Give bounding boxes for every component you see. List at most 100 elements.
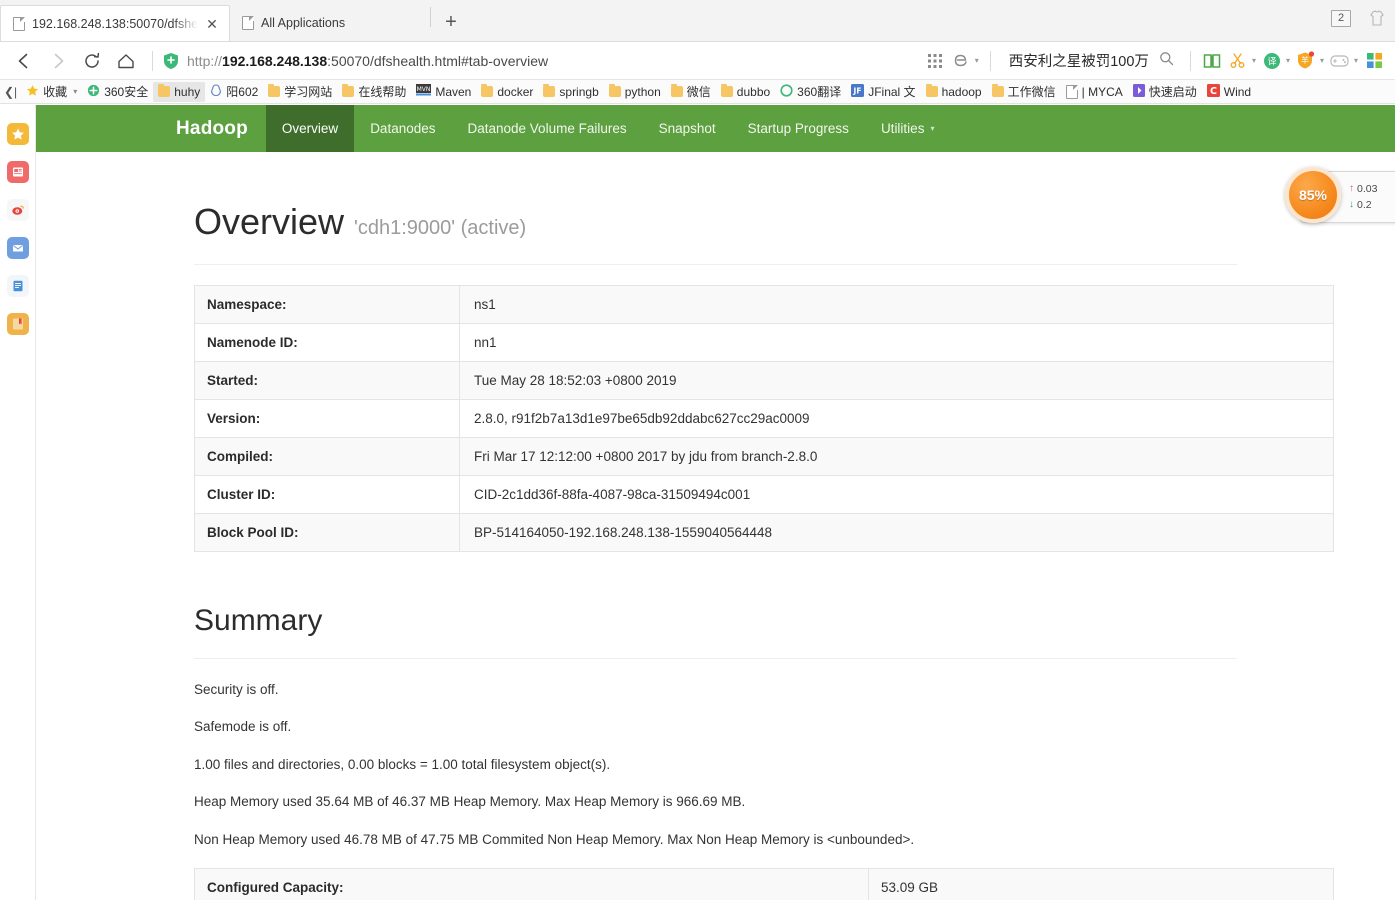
book-icon[interactable] — [1199, 47, 1225, 75]
bookmark-360-translate[interactable]: 360翻译 — [775, 82, 846, 102]
bookmark-label: | MYCA — [1081, 84, 1123, 99]
bookmark-dubbo[interactable]: dubbo — [716, 82, 775, 102]
bookmark-docker[interactable]: docker — [476, 82, 538, 102]
row-value: 53.09 GB — [868, 868, 1334, 900]
maven-icon: MVN — [416, 84, 432, 99]
bookmark-huhy[interactable]: huhy — [153, 81, 206, 102]
bookmark-label: hadoop — [941, 84, 982, 99]
download-rate-row: ↓ 0.2 — [1349, 197, 1377, 213]
back-button[interactable] — [8, 46, 40, 76]
nav-tab-datanode-volume-failures[interactable]: Datanode Volume Failures — [452, 105, 643, 152]
search-icon[interactable] — [1159, 51, 1174, 71]
toolbar-right: ▾ 西安利之星被罚100万 ▾ 译 ▾ 羊 ▾ ▾ — [922, 47, 1387, 75]
bookmark-myca[interactable]: | MYCA — [1061, 82, 1128, 102]
bookmark-label: 阳602 — [226, 85, 259, 99]
summary-line: Heap Memory used 35.64 MB of 46.37 MB He… — [194, 794, 746, 810]
row-key: Namespace: — [194, 284, 460, 324]
favorites-star-icon[interactable] — [6, 123, 29, 145]
search-box[interactable]: 西安利之星被罚100万 — [999, 48, 1182, 74]
nav-tab-startup-progress[interactable]: Startup Progress — [732, 105, 865, 152]
bookmark-maven[interactable]: MVN Maven — [411, 82, 476, 102]
nav-tab-datanodes[interactable]: Datanodes — [354, 105, 451, 152]
forward-button[interactable] — [42, 46, 74, 76]
bookmark-book-icon[interactable] — [6, 313, 29, 335]
chevron-down-icon[interactable]: ▾ — [1354, 56, 1358, 65]
toolbar-divider-2 — [989, 50, 991, 71]
chevron-down-icon[interactable]: ▾ — [1286, 56, 1290, 65]
bookmark-label: Wind — [1223, 84, 1252, 99]
hadoop-brand[interactable]: Hadoop — [170, 105, 266, 152]
row-value: 2.8.0, r91f2b7a13d1e97be65db92ddabc627cc… — [459, 398, 1334, 438]
bookmark-yang602[interactable]: 阳602 — [205, 82, 263, 102]
close-icon[interactable]: ✕ — [205, 17, 219, 31]
nav-tab-overview[interactable]: Overview — [265, 105, 355, 152]
bookmarks-bar: ❮| 收藏 ▾ 360安全 huhy 阳602 学习网站 在线帮助 MVN Ma… — [0, 80, 1395, 104]
bookmark-label: 360安全 — [104, 85, 149, 99]
bookmark-label: 工作微信 — [1007, 85, 1056, 99]
chevron-down-icon[interactable]: ▾ — [1252, 56, 1256, 65]
page-icon — [13, 16, 25, 31]
chevron-down-icon[interactable]: ▾ — [73, 87, 77, 96]
row-value: BP-514164050-192.168.248.138-15590405644… — [459, 512, 1334, 552]
color-grid-icon[interactable] — [1361, 47, 1387, 75]
new-tab-button[interactable]: + — [431, 5, 471, 41]
bookmark-wind[interactable]: C Wind — [1202, 82, 1256, 102]
bookmark-work-wechat[interactable]: 工作微信 — [987, 82, 1061, 102]
bookmark-favorites[interactable]: 收藏 ▾ — [21, 82, 82, 102]
chevron-down-icon[interactable]: ▾ — [975, 56, 979, 65]
tab-count-badge[interactable]: 2 — [1331, 9, 1351, 27]
nav-tab-snapshot[interactable]: Snapshot — [643, 105, 732, 152]
browser-toolbar: http://192.168.248.138:50070/dfshealth.h… — [0, 42, 1395, 80]
bookmark-python[interactable]: python — [604, 82, 666, 102]
browser-e-icon[interactable] — [948, 47, 974, 75]
bookmark-quick-launch[interactable]: 快速启动 — [1128, 82, 1202, 102]
reload-button[interactable] — [76, 46, 108, 76]
mail-icon[interactable] — [6, 237, 29, 259]
page-title-sub: 'cdh1:9000' (active) — [354, 217, 527, 239]
skin-icon[interactable] — [1367, 8, 1387, 28]
upload-rate-value: 0.03 — [1357, 182, 1378, 195]
chevron-down-icon[interactable]: ▾ — [1320, 56, 1324, 65]
title-divider — [194, 263, 1237, 265]
summary-line: Security is off. — [194, 681, 279, 697]
bookmark-online-help[interactable]: 在线帮助 — [337, 82, 411, 102]
bookmark-wechat[interactable]: 微信 — [666, 82, 716, 102]
network-speed-widget[interactable]: 85% ↑ 0.03 ↓ 0.2 — [1285, 167, 1395, 223]
address-bar[interactable]: http://192.168.248.138:50070/dfshealth.h… — [163, 46, 920, 76]
download-rate-value: 0.2 — [1357, 199, 1372, 211]
bookmark-jfinal[interactable]: JF JFinal 文 — [846, 82, 920, 102]
nav-label: Overview — [281, 121, 339, 136]
shield-icon[interactable]: 羊 — [1293, 47, 1319, 75]
browser-tab-1[interactable]: All Applications — [230, 5, 430, 41]
browser-tab-0[interactable]: 192.168.248.138:50070/dfshea ✕ — [0, 5, 230, 41]
search-input[interactable]: 西安利之星被罚100万 — [1009, 50, 1149, 71]
upload-rate-row: ↑ 0.03 — [1349, 181, 1377, 197]
translate-icon[interactable]: 译 — [1259, 47, 1285, 75]
row-value: Tue May 28 18:52:03 +0800 2019 — [459, 360, 1334, 400]
bookmark-springboot[interactable]: springb — [538, 82, 603, 102]
row-value: Fri Mar 17 12:12:00 +0800 2017 by jdu fr… — [459, 436, 1334, 476]
url-scheme: http:// — [187, 52, 223, 69]
weibo-icon[interactable] — [6, 199, 29, 221]
nav-tab-utilities[interactable]: Utilities ▾ — [865, 105, 951, 152]
bookmark-360-security[interactable]: 360安全 — [82, 82, 153, 102]
hadoop-navbar: Hadoop Overview Datanodes Datanode Volum… — [36, 105, 1395, 152]
row-key: Started: — [194, 360, 460, 400]
bookmark-hadoop[interactable]: hadoop — [921, 82, 987, 102]
bookmark-label: dubbo — [736, 84, 771, 99]
bookmark-study-sites[interactable]: 学习网站 — [263, 82, 337, 102]
nav-label: Snapshot — [658, 121, 716, 136]
home-button[interactable] — [110, 46, 142, 76]
cpu-usage-gauge[interactable]: 85% — [1285, 167, 1341, 223]
news-icon[interactable] — [6, 161, 29, 183]
bookmarks-overflow-left[interactable]: ❮| — [2, 85, 21, 99]
game-controller-icon[interactable] — [1327, 47, 1353, 75]
document-icon[interactable] — [6, 275, 29, 297]
bookmark-label: 学习网站 — [284, 85, 333, 99]
page-title: Overview 'cdh1:9000' (active) — [194, 202, 1237, 242]
table-row: Version: 2.8.0, r91f2b7a13d1e97be65db92d… — [194, 398, 1334, 438]
window-controls: 2 — [1331, 8, 1387, 28]
apps-grid-icon[interactable] — [922, 47, 948, 75]
scissors-icon[interactable] — [1225, 47, 1251, 75]
nav-label: Datanode Volume Failures — [467, 121, 627, 136]
